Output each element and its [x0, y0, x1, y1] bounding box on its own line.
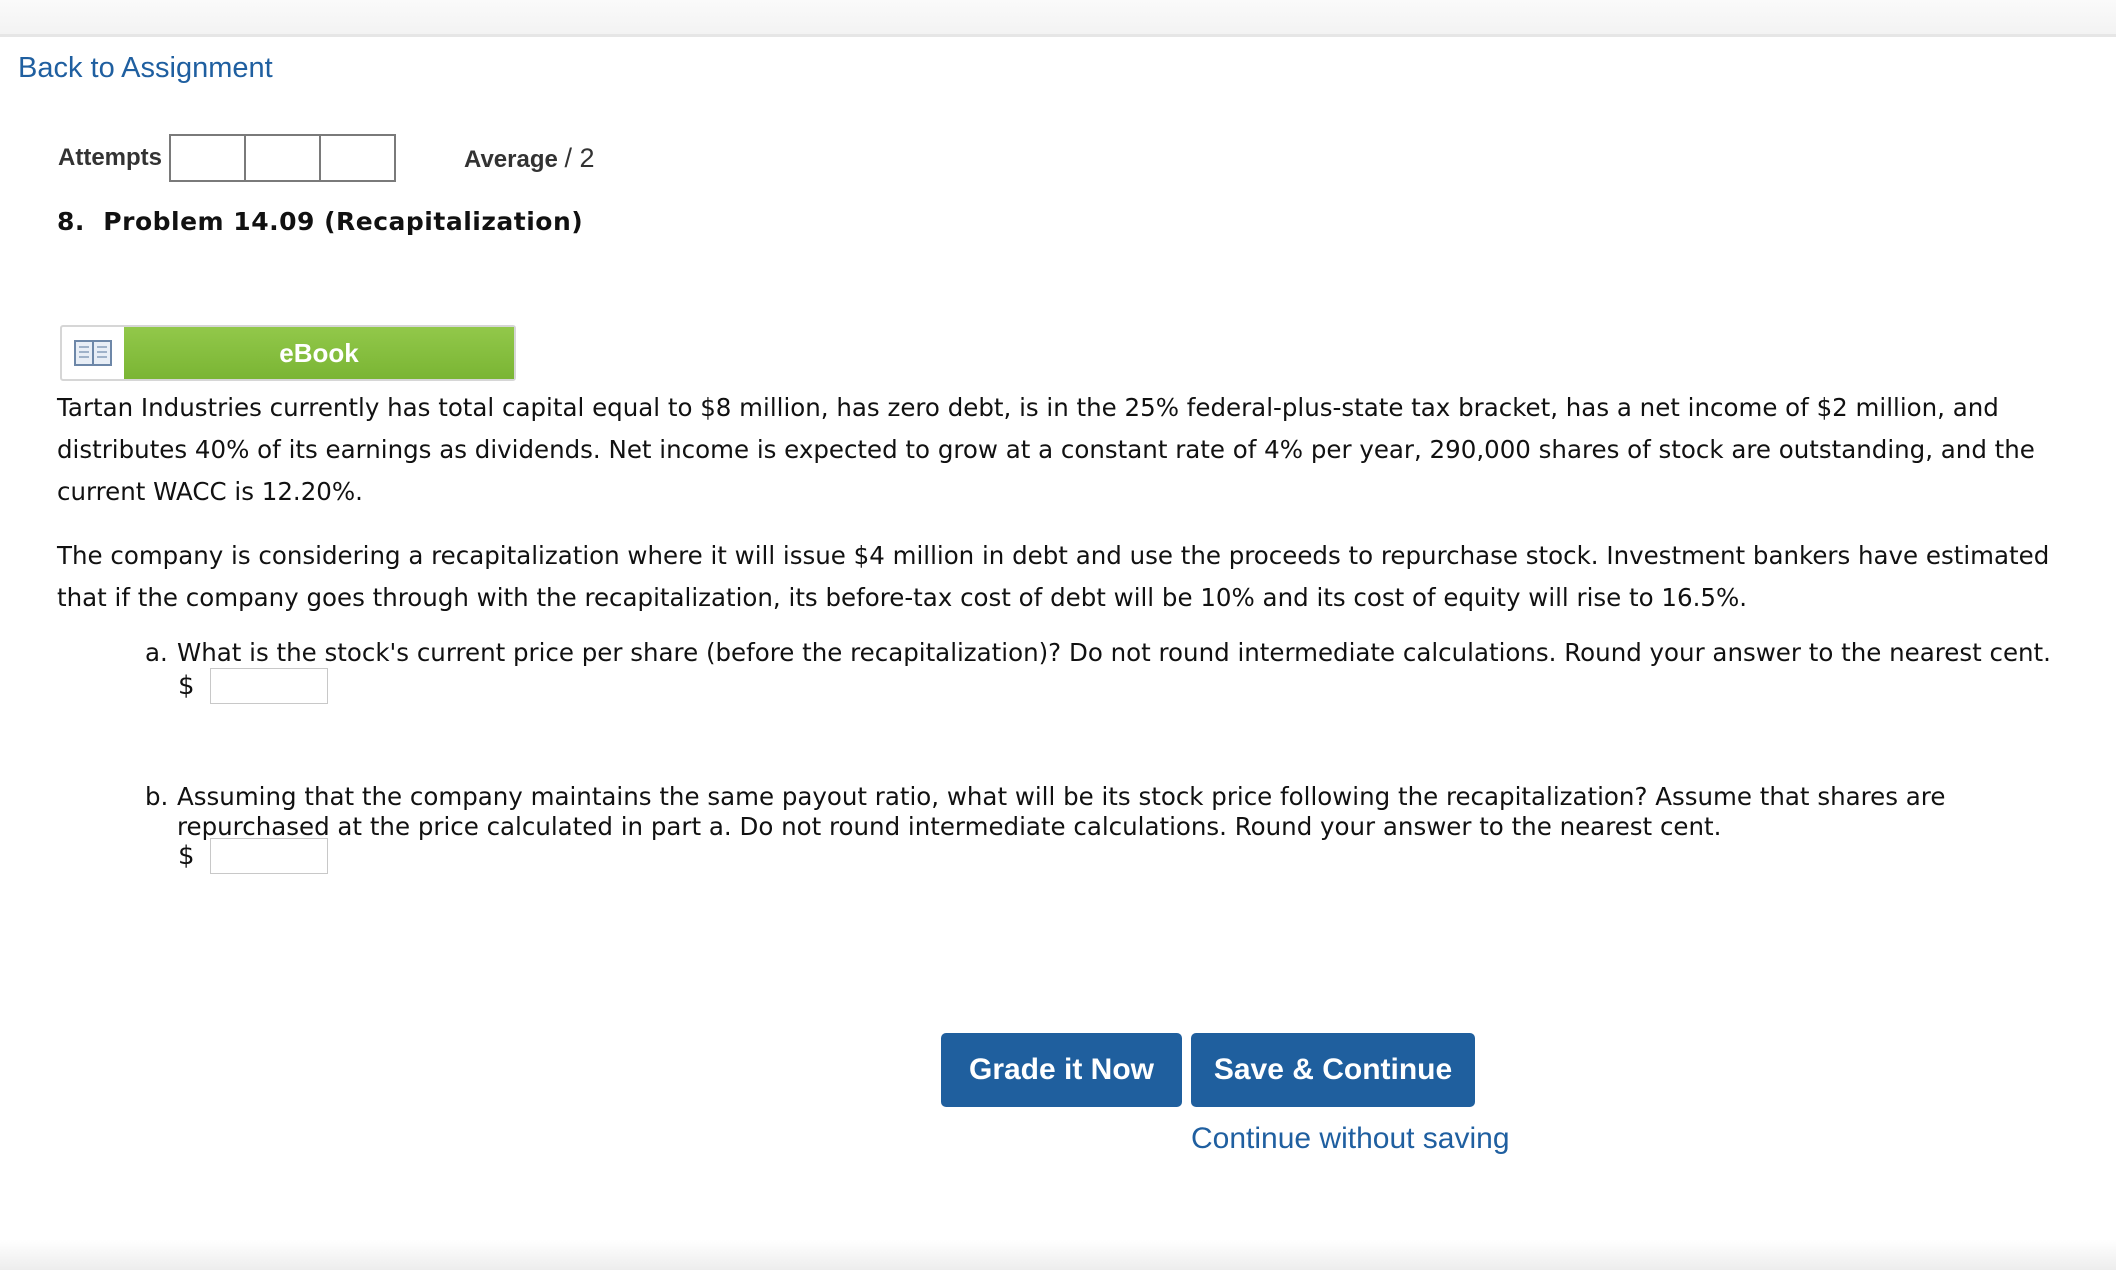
- problem-paragraph-2: The company is considering a recapitaliz…: [57, 541, 2050, 612]
- ebook-label: eBook: [124, 327, 514, 379]
- problem-paragraph-1: Tartan Industries currently has total ca…: [57, 393, 2035, 506]
- attempt-boxes: [169, 134, 396, 182]
- currency-symbol: $: [178, 671, 195, 701]
- attempt-box: [319, 134, 396, 182]
- average-value: / 2: [564, 143, 595, 173]
- question-a-text: What is the stock's current price per sh…: [177, 638, 2051, 667]
- answer-a-row: $: [178, 668, 328, 704]
- problem-title: 8. Problem 14.09 (Recapitalization): [57, 207, 584, 236]
- average-score: Average / 2: [464, 143, 595, 174]
- question-b: b. Assuming that the company maintains th…: [145, 782, 2080, 842]
- answer-a-input[interactable]: [210, 668, 328, 704]
- attempt-box: [244, 134, 321, 182]
- average-label: Average: [464, 146, 558, 173]
- currency-symbol: $: [178, 841, 195, 871]
- back-to-assignment-link[interactable]: Back to Assignment: [18, 52, 273, 85]
- bottom-bar: [0, 1240, 2116, 1270]
- question-a-letter: a.: [145, 638, 168, 667]
- question-a: a. What is the stock's current price per …: [145, 638, 2080, 668]
- save-and-continue-button[interactable]: Save & Continue: [1191, 1033, 1475, 1107]
- top-bar: [0, 0, 2116, 37]
- question-b-text: Assuming that the company maintains the …: [177, 782, 1946, 841]
- question-b-body: b. Assuming that the company maintains th…: [145, 782, 2080, 842]
- question-b-letter: b.: [145, 782, 169, 811]
- grade-it-now-button[interactable]: Grade it Now: [941, 1033, 1182, 1107]
- attempt-box: [169, 134, 246, 182]
- answer-b-row: $: [178, 838, 328, 874]
- attempts-label: Attempts: [58, 144, 163, 171]
- book-icon: [62, 327, 124, 379]
- ebook-button[interactable]: eBook: [60, 325, 516, 381]
- continue-without-saving-link[interactable]: Continue without saving: [1191, 1122, 1510, 1156]
- answer-b-input[interactable]: [210, 838, 328, 874]
